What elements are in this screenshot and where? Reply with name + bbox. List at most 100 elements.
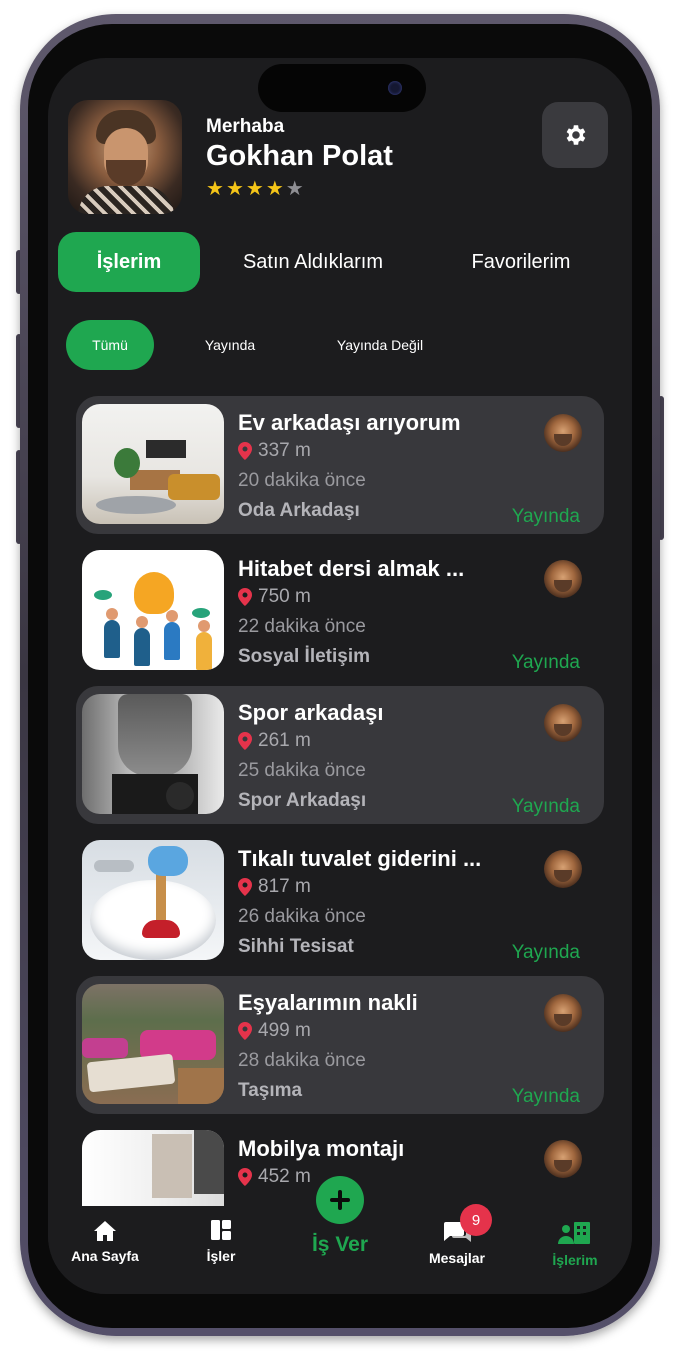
listing-time: 28 dakika önce — [238, 1050, 366, 1071]
image-dark-panel — [194, 1130, 224, 1194]
location-pin-icon — [238, 442, 252, 460]
image-torso — [118, 694, 192, 776]
listing-image — [82, 550, 224, 670]
filter-yayinda-degil[interactable]: Yayında Değil — [310, 320, 450, 370]
location-pin-icon — [238, 878, 252, 896]
image-tap — [94, 860, 134, 872]
image-rug — [96, 496, 176, 514]
message-count-badge: 9 — [460, 1204, 492, 1236]
image-bulb — [134, 572, 174, 614]
listing-distance: 499 m — [238, 1020, 311, 1042]
rating-stars: ★★★★★ — [206, 176, 306, 201]
listing-title: Ev arkadaşı arıyorum — [238, 410, 461, 435]
listing-distance: 817 m — [238, 876, 311, 898]
image-leaf — [94, 590, 112, 600]
nav-label: Mesajlar — [428, 1250, 486, 1266]
distance-text: 261 m — [258, 730, 311, 751]
location-pin-icon — [238, 1022, 252, 1040]
distance-text: 499 m — [258, 1020, 311, 1041]
tab-satin-aldiklarim[interactable]: Satın Aldıklarım — [218, 232, 408, 292]
listing-title: Tıkalı tuvalet giderini ... — [238, 846, 482, 871]
status-badge: Yayında — [511, 796, 580, 817]
user-name: Gokhan Polat — [206, 140, 393, 172]
owner-avatar — [544, 994, 582, 1032]
image-head — [106, 608, 118, 620]
listing-image — [82, 694, 224, 814]
image-dumbbell — [166, 782, 194, 810]
greeting-text: Merhaba — [206, 116, 285, 137]
filter-yayinda[interactable]: Yayında — [182, 320, 278, 370]
image-plunger-stick — [156, 870, 166, 926]
profile-avatar[interactable] — [68, 100, 182, 214]
listing-distance: 452 m — [238, 1166, 311, 1188]
nav-label: İşlerim — [552, 1252, 598, 1268]
nav-ana-sayfa[interactable]: Ana Sayfa — [60, 1220, 150, 1264]
image-leaf — [192, 608, 210, 618]
nav-label: İşler — [206, 1248, 236, 1264]
listing-title: Spor arkadaşı — [238, 700, 384, 725]
location-pin-icon — [238, 588, 252, 606]
plus-icon — [330, 1190, 350, 1210]
image-plunger-cup — [142, 920, 180, 938]
nav-label: Ana Sayfa — [71, 1248, 139, 1264]
status-badge: Yayında — [511, 652, 580, 673]
owner-avatar — [544, 560, 582, 598]
dynamic-island — [258, 64, 426, 112]
distance-text: 452 m — [258, 1166, 311, 1187]
listing-time: 25 dakika önce — [238, 760, 366, 781]
owner-avatar — [544, 1140, 582, 1178]
image-person — [134, 628, 150, 666]
listing-time: 20 dakika önce — [238, 470, 366, 491]
listing-card[interactable]: Tıkalı tuvalet giderini ... 817 m 26 dak… — [76, 832, 604, 970]
post-job-button[interactable] — [316, 1176, 364, 1224]
settings-button[interactable] — [542, 102, 608, 168]
star-icon: ★ — [245, 178, 266, 200]
image-wood — [178, 1068, 224, 1104]
listing-time: 26 dakika önce — [238, 906, 366, 927]
listing-distance: 337 m — [238, 440, 311, 462]
image-person — [196, 632, 212, 670]
listing-title: Mobilya montajı — [238, 1136, 405, 1161]
location-pin-icon — [238, 732, 252, 750]
gear-icon — [566, 125, 586, 145]
listing-card[interactable]: Ev arkadaşı arıyorum 337 m 20 dakika önc… — [76, 396, 604, 534]
distance-text: 750 m — [258, 586, 311, 607]
filter-tumu[interactable]: Tümü — [66, 320, 154, 370]
avatar-shirt — [78, 186, 174, 214]
image-person — [164, 622, 180, 660]
image-person — [104, 620, 120, 658]
tab-islerim[interactable]: İşlerim — [58, 232, 200, 292]
listing-title: Hitabet dersi almak ... — [238, 556, 465, 581]
star-icon: ★ — [206, 178, 226, 200]
listing-title: Eşyalarımın nakli — [238, 990, 418, 1015]
listing-time: 22 dakika önce — [238, 616, 366, 637]
post-job-label[interactable]: İş Ver — [280, 1233, 400, 1257]
star-empty-icon: ★ — [285, 178, 306, 200]
listing-card[interactable]: Hitabet dersi almak ... 750 m 22 dakika … — [76, 542, 604, 680]
owner-avatar — [544, 850, 582, 888]
image-door — [152, 1134, 192, 1198]
listing-category: Taşıma — [238, 1080, 303, 1101]
dashboard-icon — [211, 1220, 231, 1240]
image-sofa — [168, 474, 220, 500]
listing-image — [82, 840, 224, 960]
status-badge: Yayında — [511, 942, 580, 963]
nav-isler[interactable]: İşler — [176, 1218, 266, 1264]
distance-text: 337 m — [258, 440, 311, 461]
business-icon — [558, 1222, 590, 1244]
home-icon — [94, 1221, 116, 1241]
app-screen: Merhaba Gokhan Polat ★★★★★ İşlerim Satın… — [48, 58, 632, 1294]
tab-favorilerim[interactable]: Favorilerim — [446, 232, 596, 292]
star-icon: ★ — [225, 178, 246, 200]
camera-icon — [388, 81, 402, 95]
listing-distance: 261 m — [238, 730, 311, 752]
distance-text: 817 m — [258, 876, 311, 897]
avatar-beard — [106, 160, 146, 186]
nav-islerim[interactable]: İşlerim — [530, 1220, 620, 1268]
listing-card[interactable]: Eşyalarımın nakli 499 m 28 dakika önce T… — [76, 976, 604, 1114]
listing-category: Spor Arkadaşı — [238, 790, 367, 811]
status-badge: Yayında — [511, 1086, 580, 1107]
listing-card[interactable]: Spor arkadaşı 261 m 25 dakika önce Spor … — [76, 686, 604, 824]
image-pink-item — [82, 1038, 128, 1058]
image-head — [166, 610, 178, 622]
